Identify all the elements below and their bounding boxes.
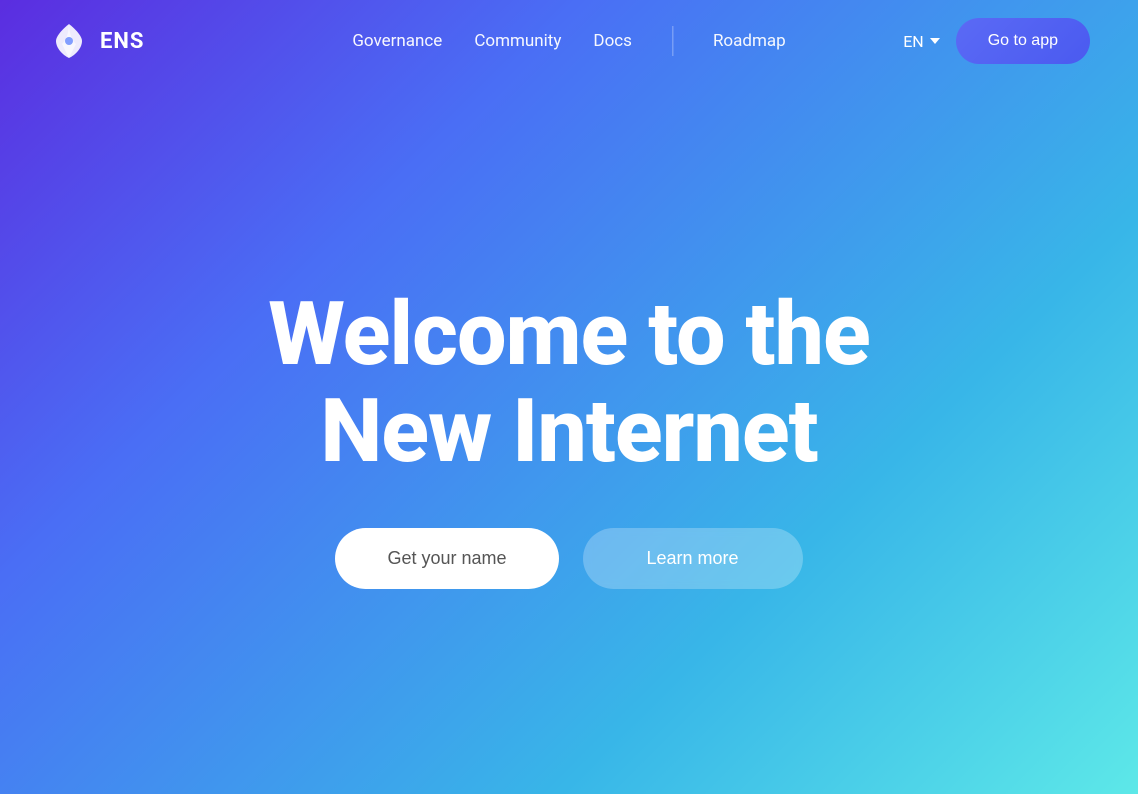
nav-left: ENS bbox=[48, 20, 144, 62]
page-wrapper: ENS Governance Community Docs Roadmap EN… bbox=[0, 0, 1138, 794]
ens-logo-text: ENS bbox=[100, 29, 144, 54]
nav-divider bbox=[672, 26, 673, 56]
ens-logo[interactable]: ENS bbox=[48, 20, 144, 62]
language-selector[interactable]: EN bbox=[903, 32, 940, 51]
nav-center: Governance Community Docs Roadmap bbox=[352, 26, 785, 56]
lang-label: EN bbox=[903, 32, 924, 51]
hero-title-line2: New Internet bbox=[320, 380, 817, 483]
learn-more-button[interactable]: Learn more bbox=[583, 528, 803, 589]
nav-community[interactable]: Community bbox=[474, 31, 561, 51]
go-to-app-button[interactable]: Go to app bbox=[956, 18, 1090, 64]
chevron-down-icon bbox=[930, 38, 940, 44]
hero-buttons: Get your name Learn more bbox=[335, 528, 802, 589]
ens-logo-icon bbox=[48, 20, 90, 62]
hero-section: Welcome to the New Internet Get your nam… bbox=[0, 82, 1138, 794]
navbar: ENS Governance Community Docs Roadmap EN… bbox=[0, 0, 1138, 82]
hero-title-line1: Welcome to the bbox=[268, 283, 870, 386]
nav-right: EN Go to app bbox=[903, 18, 1090, 64]
hero-title: Welcome to the New Internet bbox=[268, 287, 870, 481]
nav-docs[interactable]: Docs bbox=[593, 31, 632, 51]
get-your-name-button[interactable]: Get your name bbox=[335, 528, 558, 589]
nav-governance[interactable]: Governance bbox=[352, 31, 442, 51]
nav-roadmap[interactable]: Roadmap bbox=[713, 31, 786, 51]
